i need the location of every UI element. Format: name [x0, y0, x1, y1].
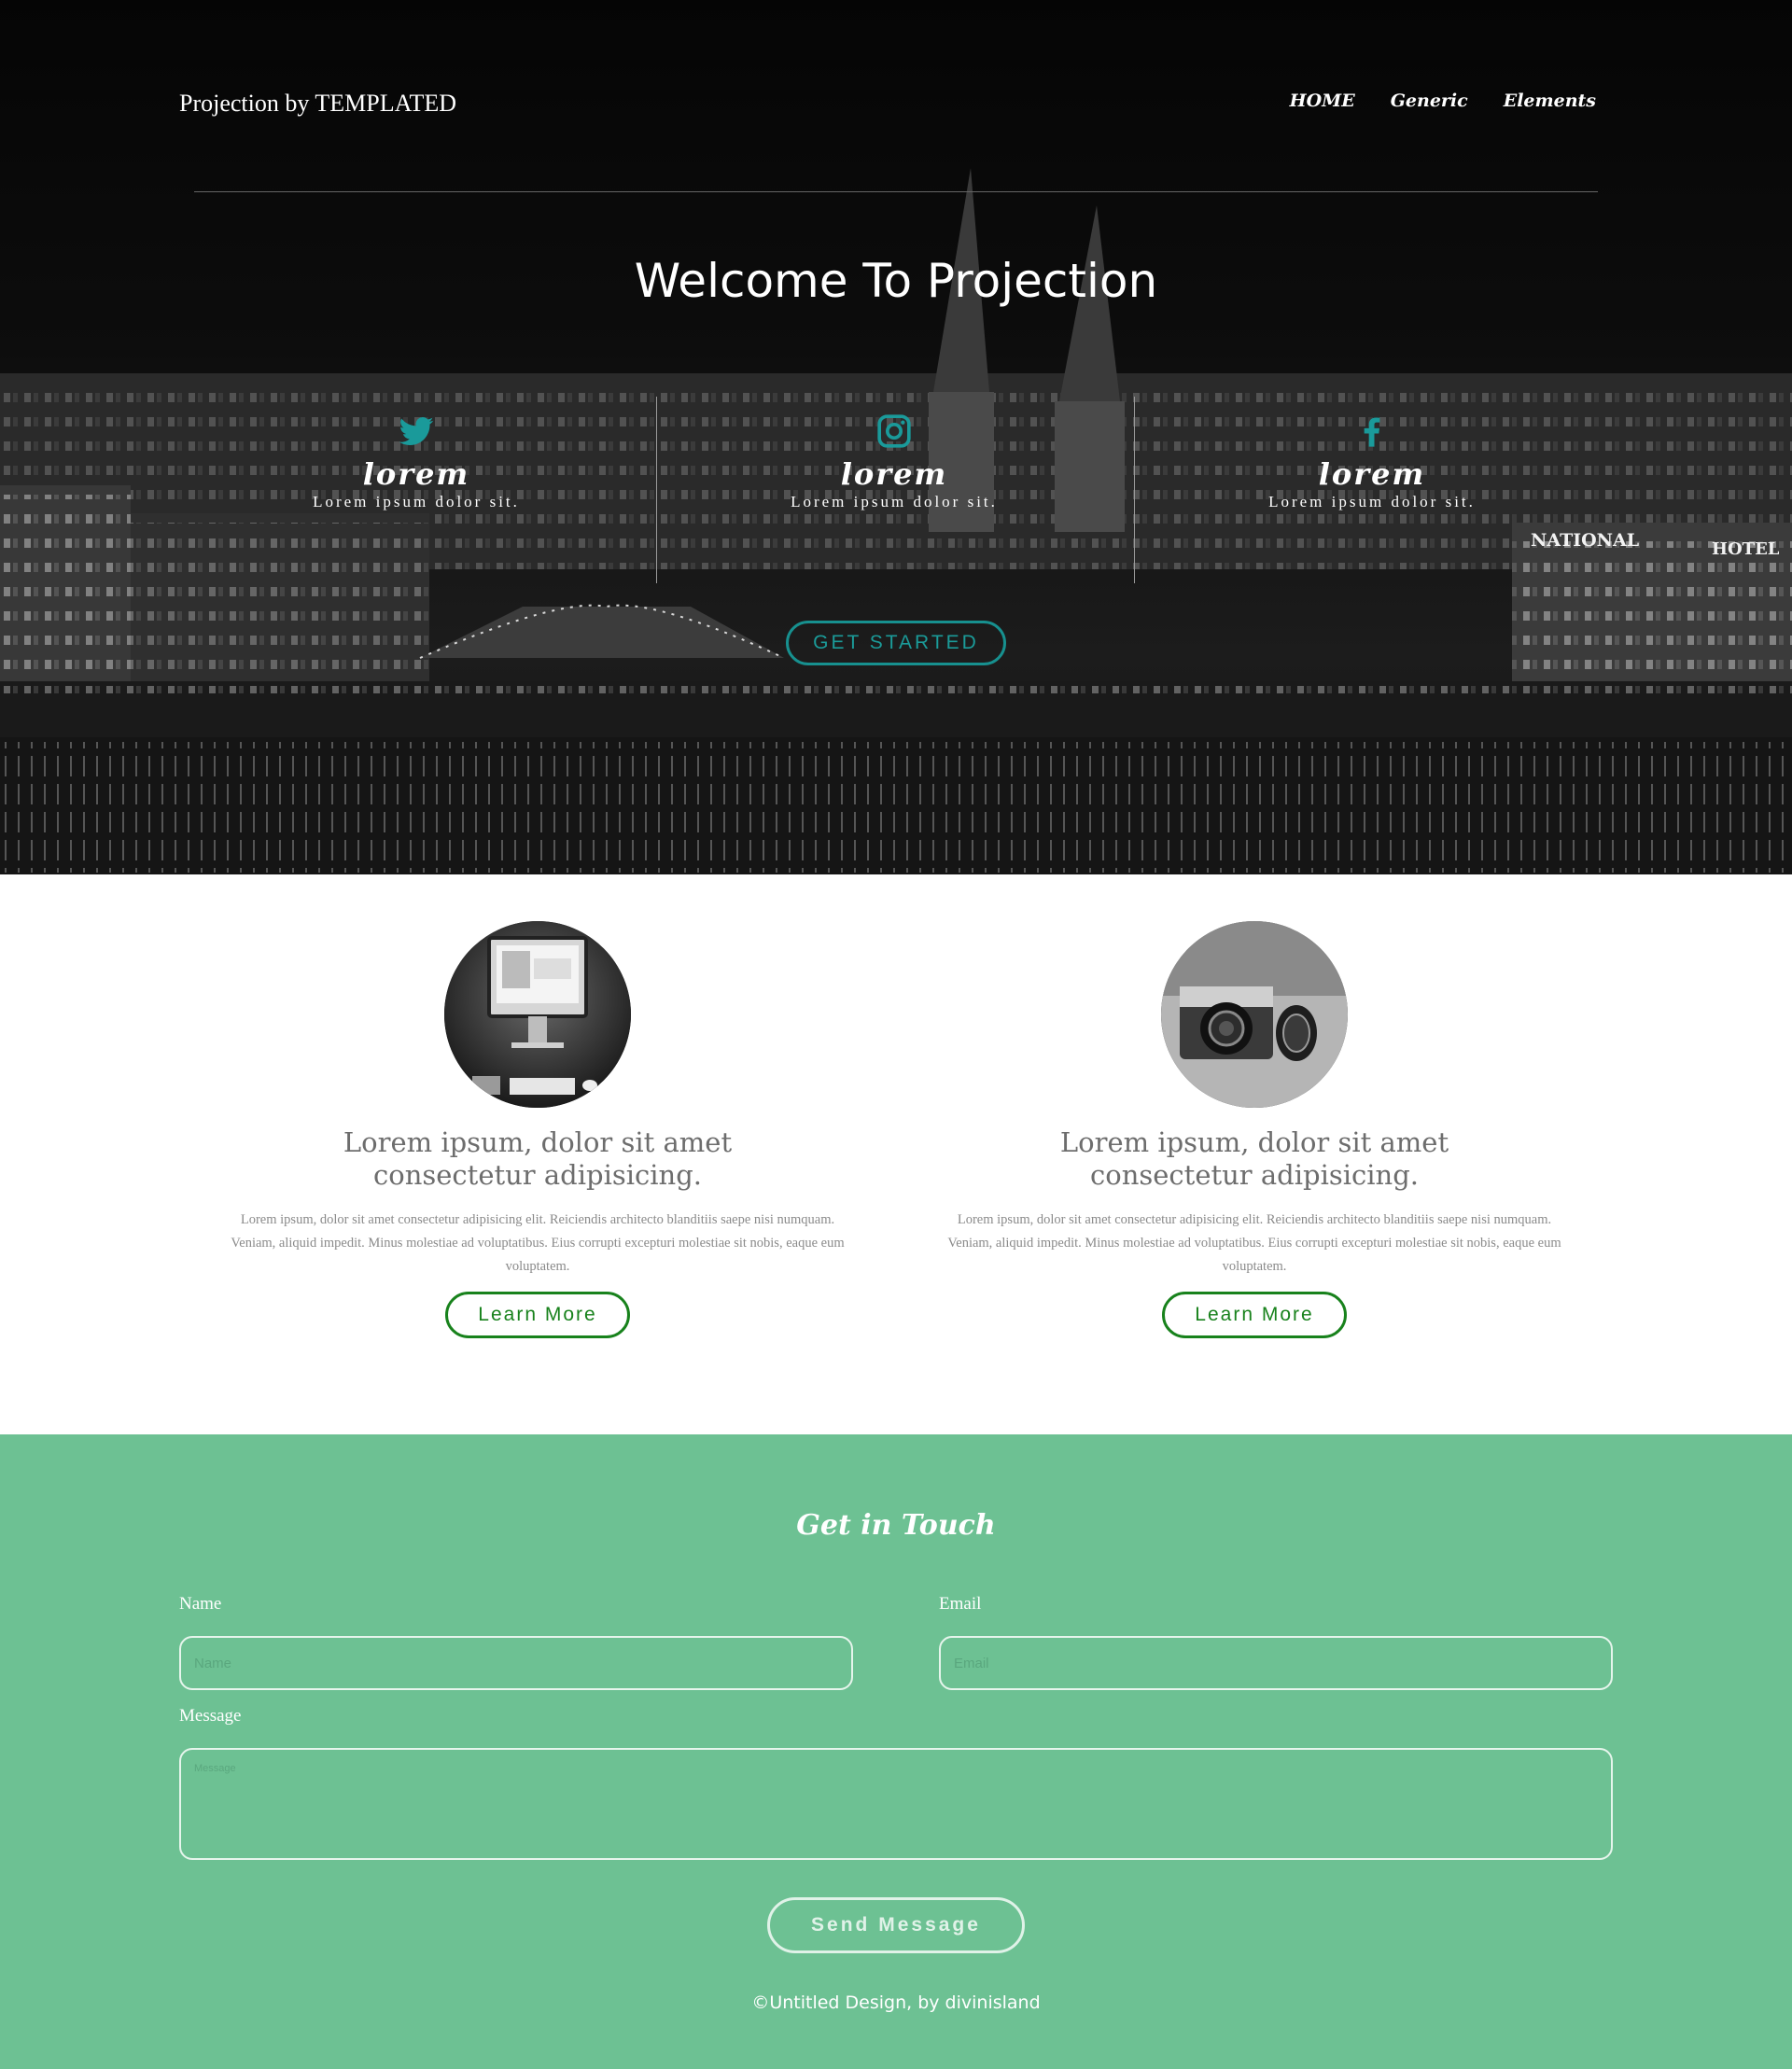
feature-instagram: lorem Lorem ipsum dolor sit.	[655, 411, 1133, 511]
footer-credit: ©Untitled Design, by divinisland	[751, 1992, 1041, 2013]
site-brand[interactable]: Projection by TEMPLATED	[179, 90, 456, 118]
card-camera: Lorem ipsum, dolor sit amet consectetur …	[928, 921, 1581, 1338]
feature-title: lorem	[362, 456, 470, 492]
hero-section: NATIONAL HOTEL Projection by TEMPLATED H…	[0, 0, 1792, 874]
email-label: Email	[939, 1594, 982, 1614]
card-title: Lorem ipsum, dolor sit amet consectetur …	[343, 1126, 733, 1191]
get-started-button[interactable]: GET STARTED	[786, 621, 1006, 665]
hero-divider	[194, 191, 1598, 192]
message-field[interactable]	[179, 1748, 1613, 1860]
learn-more-button[interactable]: Learn More	[1162, 1292, 1347, 1338]
feature-title: lorem	[1318, 456, 1426, 492]
hero-title: Welcome To Projection	[634, 254, 1158, 308]
feature-title: lorem	[840, 456, 948, 492]
card-text: Lorem ipsum, dolor sit amet consectetur …	[947, 1212, 1561, 1274]
card-computer: Lorem ipsum, dolor sit amet consectetur …	[211, 921, 864, 1338]
instagram-icon[interactable]	[655, 411, 1133, 452]
facebook-icon[interactable]	[1133, 411, 1611, 452]
feature-text: Lorem ipsum dolor sit.	[1268, 493, 1476, 510]
name-field[interactable]	[179, 1636, 853, 1690]
feature-text: Lorem ipsum dolor sit.	[313, 493, 520, 510]
twitter-icon[interactable]	[177, 411, 655, 452]
nav-generic-link[interactable]: Generic	[1391, 91, 1468, 111]
send-message-button[interactable]: Send Message	[767, 1897, 1025, 1953]
learn-more-button[interactable]: Learn More	[445, 1292, 630, 1338]
feature-text: Lorem ipsum dolor sit.	[791, 493, 998, 510]
nav-home-link[interactable]: HOME	[1290, 91, 1355, 111]
message-label: Message	[179, 1706, 242, 1726]
email-field[interactable]	[939, 1636, 1613, 1690]
national-sign: NATIONAL	[1531, 530, 1639, 551]
card-text: Lorem ipsum, dolor sit amet consectetur …	[231, 1212, 845, 1274]
contact-title: Get in Touch	[796, 1509, 996, 1542]
computer-image	[444, 921, 631, 1108]
hotel-sign: HOTEL	[1712, 539, 1780, 559]
nav-elements-link[interactable]: Elements	[1504, 91, 1596, 111]
camera-image	[1161, 921, 1348, 1108]
feature-facebook: lorem Lorem ipsum dolor sit.	[1133, 411, 1611, 511]
contact-section: Get in Touch Name Email Message Send Mes…	[0, 1434, 1792, 2069]
name-label: Name	[179, 1594, 222, 1614]
main-nav: HOME Generic Elements	[1290, 91, 1596, 111]
feature-twitter: lorem Lorem ipsum dolor sit.	[177, 411, 655, 511]
card-title: Lorem ipsum, dolor sit amet consectetur …	[1059, 1126, 1449, 1191]
